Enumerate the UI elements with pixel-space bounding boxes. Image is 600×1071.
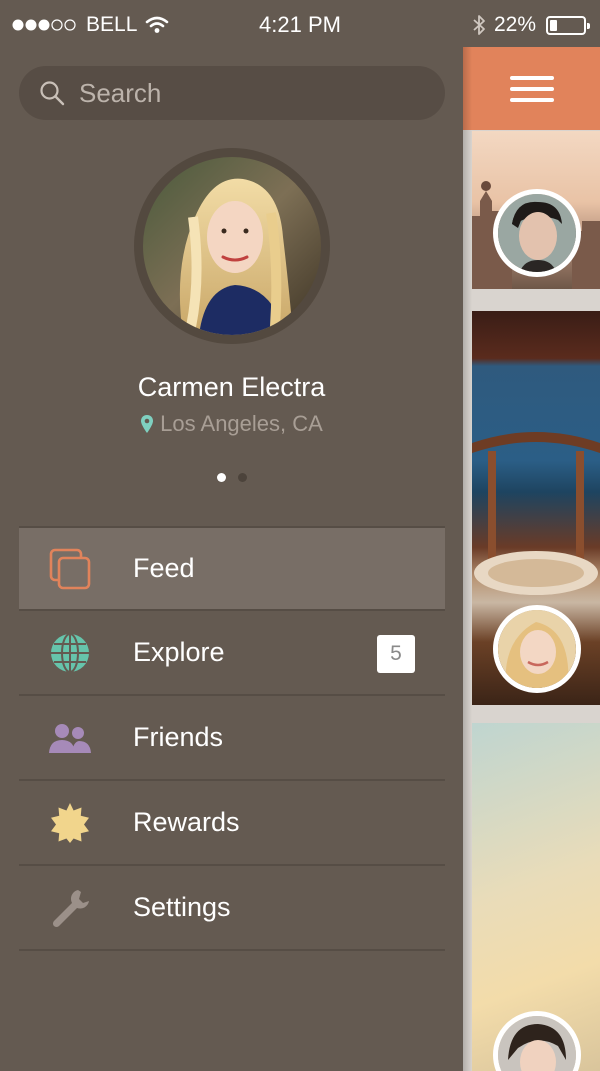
search-bar[interactable]	[19, 66, 445, 120]
explore-count-badge: 5	[377, 635, 415, 673]
feed-card-avatar[interactable]	[493, 1011, 581, 1071]
wrench-icon	[45, 883, 95, 933]
main-feed-preview[interactable]	[463, 47, 600, 1071]
signal-strength-icon	[12, 19, 76, 31]
profile-page-indicator[interactable]	[0, 473, 463, 482]
search-icon	[40, 81, 65, 106]
nav-menu: Feed Explore 5 Friends Rewards Settings	[19, 526, 445, 951]
search-input[interactable]	[79, 77, 419, 109]
feed-card[interactable]	[472, 311, 600, 705]
menu-item-explore[interactable]: Explore 5	[19, 611, 445, 696]
menu-label-explore: Explore	[133, 637, 225, 667]
page-dot-2[interactable]	[237, 473, 247, 482]
feed-card-avatar[interactable]	[493, 605, 581, 693]
menu-item-friends[interactable]: Friends	[19, 696, 445, 781]
bluetooth-icon	[473, 15, 485, 35]
feed-card[interactable]	[472, 131, 600, 289]
side-drawer: Carmen Electra Los Angeles, CA Feed	[0, 50, 463, 1071]
feed-card[interactable]	[472, 723, 600, 1071]
profile-photo	[142, 157, 321, 335]
profile-name: Carmen Electra	[137, 372, 326, 402]
carrier-name: BELL	[86, 13, 138, 36]
menu-label-rewards: Rewards	[133, 807, 240, 837]
page-dot-1[interactable]	[216, 473, 226, 482]
battery-level	[550, 19, 558, 31]
battery-icon	[546, 15, 590, 35]
drawer-edge-shadow	[463, 47, 472, 1071]
profile-location-text: Los Angeles, CA	[160, 411, 323, 436]
menu-item-feed[interactable]: Feed	[19, 526, 445, 611]
hamburger-icon	[509, 69, 554, 109]
menu-item-rewards[interactable]: Rewards	[19, 781, 445, 866]
globe-icon	[45, 628, 95, 678]
wifi-icon	[146, 16, 169, 33]
location-pin-icon	[141, 415, 154, 433]
menu-item-settings[interactable]: Settings	[19, 866, 445, 951]
menu-toggle-button[interactable]	[463, 47, 600, 130]
profile-section: Carmen Electra Los Angeles, CA	[0, 148, 463, 482]
menu-label-friends: Friends	[133, 722, 224, 752]
profile-avatar-ring[interactable]	[133, 148, 330, 344]
status-right: 22%	[472, 13, 590, 37]
battery-percent: 22%	[493, 13, 536, 36]
friends-icon	[45, 713, 95, 763]
menu-label-feed: Feed	[133, 553, 195, 583]
rewards-badge-icon	[45, 798, 95, 848]
feed-card-avatar[interactable]	[493, 189, 581, 277]
menu-label-settings: Settings	[133, 892, 231, 922]
profile-avatar[interactable]	[142, 157, 321, 335]
profile-location: Los Angeles, CA	[0, 411, 463, 437]
status-left: BELL	[12, 13, 169, 37]
status-bar: BELL 4:21 PM 22%	[0, 0, 600, 50]
feed-icon	[45, 544, 95, 594]
